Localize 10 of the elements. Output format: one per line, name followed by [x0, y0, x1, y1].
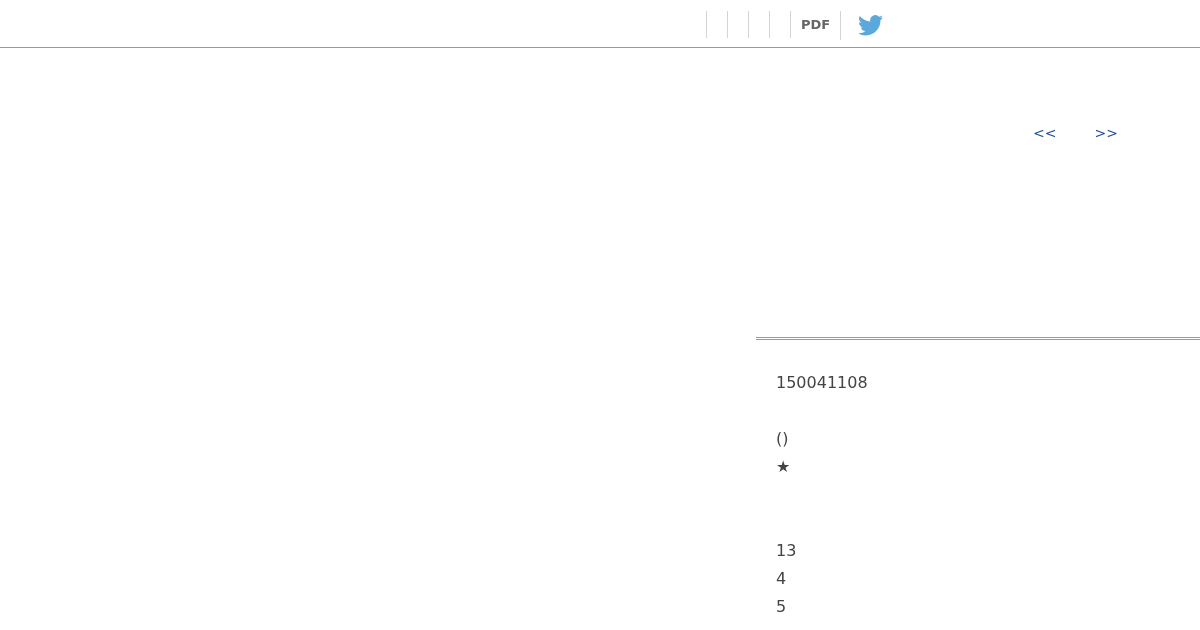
previous-link[interactable]: <<	[1033, 123, 1057, 143]
detail-line: ★	[776, 456, 791, 478]
pdf-link[interactable]: PDF	[801, 16, 831, 33]
detail-line: 5	[776, 596, 787, 618]
detail-line: 4	[776, 568, 787, 590]
next-link[interactable]: >>	[1094, 123, 1118, 143]
detail-line: ()	[776, 428, 789, 450]
detail-line: 13	[776, 540, 797, 562]
bird-icon[interactable]	[858, 15, 884, 36]
detail-line: 150041108	[776, 372, 868, 394]
